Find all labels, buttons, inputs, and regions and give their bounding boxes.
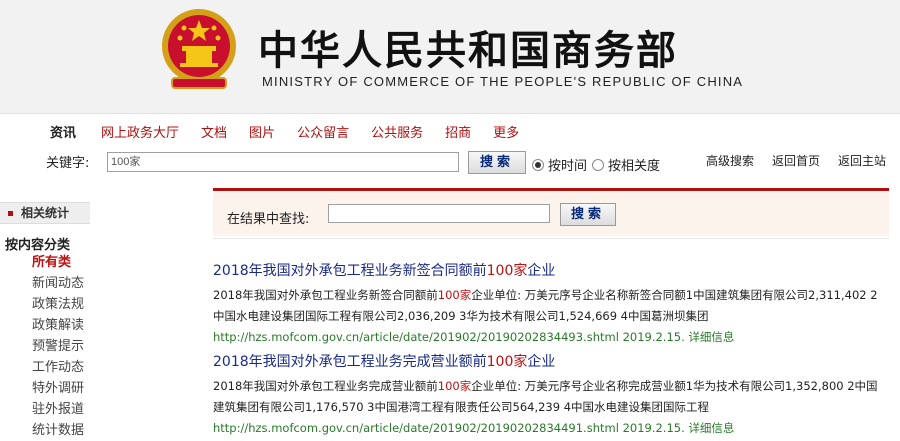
result-date: 2019.2.15. <box>622 330 685 344</box>
category-title: 按内容分类 <box>5 238 71 253</box>
national-emblem-icon <box>162 9 236 89</box>
sidebar-header: 相关统计 <box>0 202 90 224</box>
keyword-input[interactable]: 100家 <box>107 152 459 172</box>
result-title-text: 企业 <box>527 354 556 370</box>
result-details-link[interactable]: 详细信息 <box>688 330 734 344</box>
sidebar-item-overseas-reports[interactable]: 驻外报道 <box>32 399 84 420</box>
nav-item-e-gov-hall[interactable]: 网上政务大厅 <box>101 122 179 141</box>
sidebar-item-policies[interactable]: 政策法规 <box>32 294 84 315</box>
search-result: 2018年我国对外承包工程业务完成营业额前100家企业 2018年我国对外承包工… <box>213 351 889 438</box>
nav-item-documents[interactable]: 文档 <box>201 122 227 141</box>
nav-item-public-services[interactable]: 公共服务 <box>371 122 423 141</box>
refine-input[interactable] <box>328 204 550 223</box>
site-header: 中华人民共和国商务部 MINISTRY OF COMMERCE OF THE P… <box>0 0 900 113</box>
back-home-link[interactable]: 返回首页 <box>772 152 820 169</box>
result-title-text: 2018年我国对外承包工程业务新签合同额前 <box>213 263 487 279</box>
sort-by-relevance-label: 按相关度 <box>608 159 661 174</box>
nav-item-pictures[interactable]: 图片 <box>249 122 275 141</box>
sidebar-item-research[interactable]: 特外调研 <box>32 378 84 399</box>
nav-item-investment[interactable]: 招商 <box>445 122 471 141</box>
snippet-text: 2018年我国对外承包工程业务新签合同额前 <box>213 288 438 302</box>
result-title-highlight: 100家 <box>486 354 528 370</box>
result-meta: http://hzs.mofcom.gov.cn/article/date/20… <box>213 418 889 438</box>
nav-menu: 资讯 网上政务大厅 文档 图片 公众留言 公共服务 招商 更多 <box>50 122 541 141</box>
refine-search-panel: 在结果中查找: 搜索 <box>213 188 889 236</box>
radio-unchecked-icon <box>592 158 604 171</box>
nav-bar: 资讯 网上政务大厅 文档 图片 公众留言 公共服务 招商 更多 关键字: 100… <box>0 113 900 183</box>
refine-search-button[interactable]: 搜索 <box>560 203 616 226</box>
sidebar-item-news[interactable]: 新闻动态 <box>32 273 84 294</box>
result-snippet: 2018年我国对外承包工程业务新签合同额前100家企业单位: 万美元序号企业名称… <box>213 285 889 327</box>
site-title-en: MINISTRY OF COMMERCE OF THE PEOPLE'S REP… <box>262 74 744 89</box>
divider <box>213 238 889 239</box>
sidebar-item-all[interactable]: 所有类 <box>32 252 84 273</box>
keyword-label: 关键字: <box>46 156 90 171</box>
radio-checked-icon <box>532 158 544 171</box>
result-meta: http://hzs.mofcom.gov.cn/article/date/20… <box>213 327 889 347</box>
search-result: 2018年我国对外承包工程业务新签合同额前100家企业 2018年我国对外承包工… <box>213 260 889 347</box>
search-button[interactable]: 搜索 <box>468 151 526 174</box>
site-title-cn: 中华人民共和国商务部 <box>258 27 678 74</box>
sort-by-relevance-radio[interactable]: 按相关度 <box>592 155 660 174</box>
result-title-link[interactable]: 2018年我国对外承包工程业务完成营业额前100家企业 <box>213 351 889 371</box>
back-main-link[interactable]: 返回主站 <box>838 152 886 169</box>
snippet-highlight: 100家 <box>437 379 472 393</box>
result-title-link[interactable]: 2018年我国对外承包工程业务新签合同额前100家企业 <box>213 260 889 280</box>
result-snippet: 2018年我国对外承包工程业务完成营业额前100家企业单位: 万美元序号企业名称… <box>213 376 889 418</box>
nav-item-more[interactable]: 更多 <box>493 122 519 141</box>
category-list: 所有类 新闻动态 政策法规 政策解读 预警提示 工作动态 特外调研 驻外报道 统… <box>32 252 84 441</box>
sort-by-time-radio[interactable]: 按时间 <box>532 155 587 174</box>
snippet-highlight: 100家 <box>437 288 472 302</box>
sidebar-item-work-updates[interactable]: 工作动态 <box>32 357 84 378</box>
sidebar-header-label: 相关统计 <box>21 206 70 220</box>
nav-item-news[interactable]: 资讯 <box>50 122 76 141</box>
sort-by-time-label: 按时间 <box>548 159 588 174</box>
sidebar-item-policy-interpretation[interactable]: 政策解读 <box>32 315 84 336</box>
snippet-text: 2018年我国对外承包工程业务完成营业额前 <box>213 379 438 393</box>
bullet-icon <box>8 211 13 216</box>
sidebar-item-statistics[interactable]: 统计数据 <box>32 420 84 441</box>
result-title-text: 企业 <box>527 263 556 279</box>
result-title-highlight: 100家 <box>486 263 528 279</box>
nav-item-public-messages[interactable]: 公众留言 <box>297 122 349 141</box>
result-url[interactable]: http://hzs.mofcom.gov.cn/article/date/20… <box>213 330 619 344</box>
result-title-text: 2018年我国对外承包工程业务完成营业额前 <box>213 354 487 370</box>
sidebar-item-warnings[interactable]: 预警提示 <box>32 336 84 357</box>
refine-label: 在结果中查找: <box>227 212 310 227</box>
sidebar: 相关统计 按内容分类 所有类 新闻动态 政策法规 政策解读 预警提示 工作动态 … <box>0 196 90 438</box>
advanced-search-link[interactable]: 高级搜索 <box>706 152 754 169</box>
